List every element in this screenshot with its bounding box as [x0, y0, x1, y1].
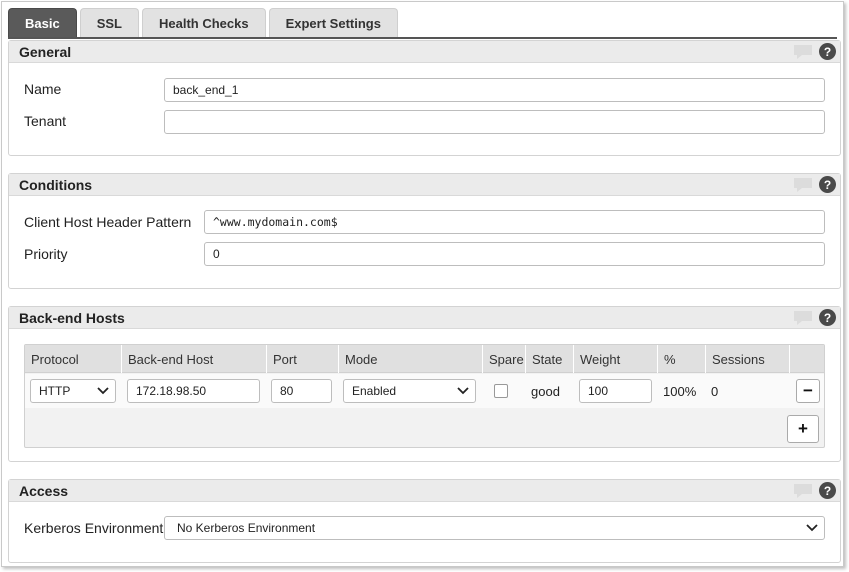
name-label: Name — [24, 81, 62, 97]
name-input[interactable]: back_end_1 — [164, 78, 825, 102]
backend-host-input[interactable]: 172.18.98.50 — [127, 379, 260, 403]
mode-value: Enabled — [352, 384, 397, 398]
help-icon[interactable]: ? — [819, 309, 836, 326]
column-header: Spare — [482, 345, 525, 373]
table-row: HTTP 172.18.98.50 80 Enabled good 100 10… — [25, 374, 824, 408]
tab-ssl[interactable]: SSL — [79, 8, 139, 38]
chevron-down-icon — [806, 524, 818, 532]
section-title: Access — [19, 482, 69, 499]
priority-input[interactable]: 0 — [204, 242, 825, 266]
backend-hosts-table: Protocol Back-end Host Port Mode Spare S… — [24, 344, 825, 448]
remove-host-button[interactable]: − — [796, 379, 820, 403]
kerberos-label: Kerberos Environment — [24, 520, 164, 536]
access-header: Access ? — [9, 480, 840, 502]
tenant-label: Tenant — [24, 113, 67, 129]
access-section: Access ? Kerberos Environment No Kerbero… — [8, 479, 841, 563]
comment-icon[interactable] — [793, 483, 813, 499]
backend-hosts-header: Back-end Hosts ? — [9, 307, 840, 329]
column-header: Weight — [573, 345, 657, 373]
comment-icon[interactable] — [793, 177, 813, 193]
comment-icon[interactable] — [793, 44, 813, 60]
chevron-down-icon — [97, 387, 109, 395]
help-icon[interactable]: ? — [819, 43, 836, 60]
sessions-value: 0 — [711, 383, 719, 399]
column-header: Sessions — [705, 345, 789, 373]
host-pattern-label: Client Host Header Pattern — [24, 214, 192, 230]
section-title: General — [19, 43, 72, 60]
table-header: Protocol Back-end Host Port Mode Spare S… — [25, 345, 824, 373]
comment-icon[interactable] — [793, 310, 813, 326]
chevron-down-icon — [457, 387, 469, 395]
spare-checkbox[interactable] — [494, 384, 508, 398]
tenant-input[interactable] — [164, 110, 825, 134]
tab-bar: Basic SSL Health Checks Expert Settings — [8, 8, 398, 38]
host-pattern-input[interactable]: ^www.mydomain.com$ — [204, 210, 825, 234]
column-header: Back-end Host — [121, 345, 266, 373]
port-input[interactable]: 80 — [271, 379, 332, 403]
tab-underline — [8, 37, 837, 39]
kerberos-select[interactable]: No Kerberos Environment — [164, 516, 825, 540]
protocol-select[interactable]: HTTP — [30, 379, 116, 403]
column-header: State — [525, 345, 573, 373]
general-header: General ? — [9, 41, 840, 63]
tab-health-checks[interactable]: Health Checks — [142, 8, 266, 38]
weight-input[interactable]: 100 — [579, 379, 652, 403]
add-host-button[interactable]: + — [787, 415, 819, 443]
help-icon[interactable]: ? — [819, 482, 836, 499]
tab-expert-settings[interactable]: Expert Settings — [268, 8, 398, 38]
backend-hosts-section: Back-end Hosts ? Protocol Back-end Host … — [8, 306, 841, 462]
tab-basic[interactable]: Basic — [8, 8, 77, 38]
percent-value: 100% — [663, 383, 697, 399]
column-header: Port — [266, 345, 338, 373]
conditions-section: Conditions ? Client Host Header Pattern … — [8, 173, 841, 289]
help-icon[interactable]: ? — [819, 176, 836, 193]
column-header-actions — [789, 345, 824, 373]
section-title: Back-end Hosts — [19, 309, 125, 326]
column-header: Mode — [338, 345, 482, 373]
conditions-header: Conditions ? — [9, 174, 840, 196]
settings-panel: Basic SSL Health Checks Expert Settings … — [1, 1, 844, 567]
protocol-value: HTTP — [39, 384, 71, 398]
general-section: General ? Name back_end_1 Tenant — [8, 40, 841, 156]
mode-select[interactable]: Enabled — [343, 379, 476, 403]
state-value: good — [531, 383, 560, 399]
priority-label: Priority — [24, 246, 68, 262]
column-header: % — [657, 345, 705, 373]
section-title: Conditions — [19, 176, 93, 193]
kerberos-value: No Kerberos Environment — [177, 521, 316, 535]
column-header: Protocol — [31, 351, 79, 367]
